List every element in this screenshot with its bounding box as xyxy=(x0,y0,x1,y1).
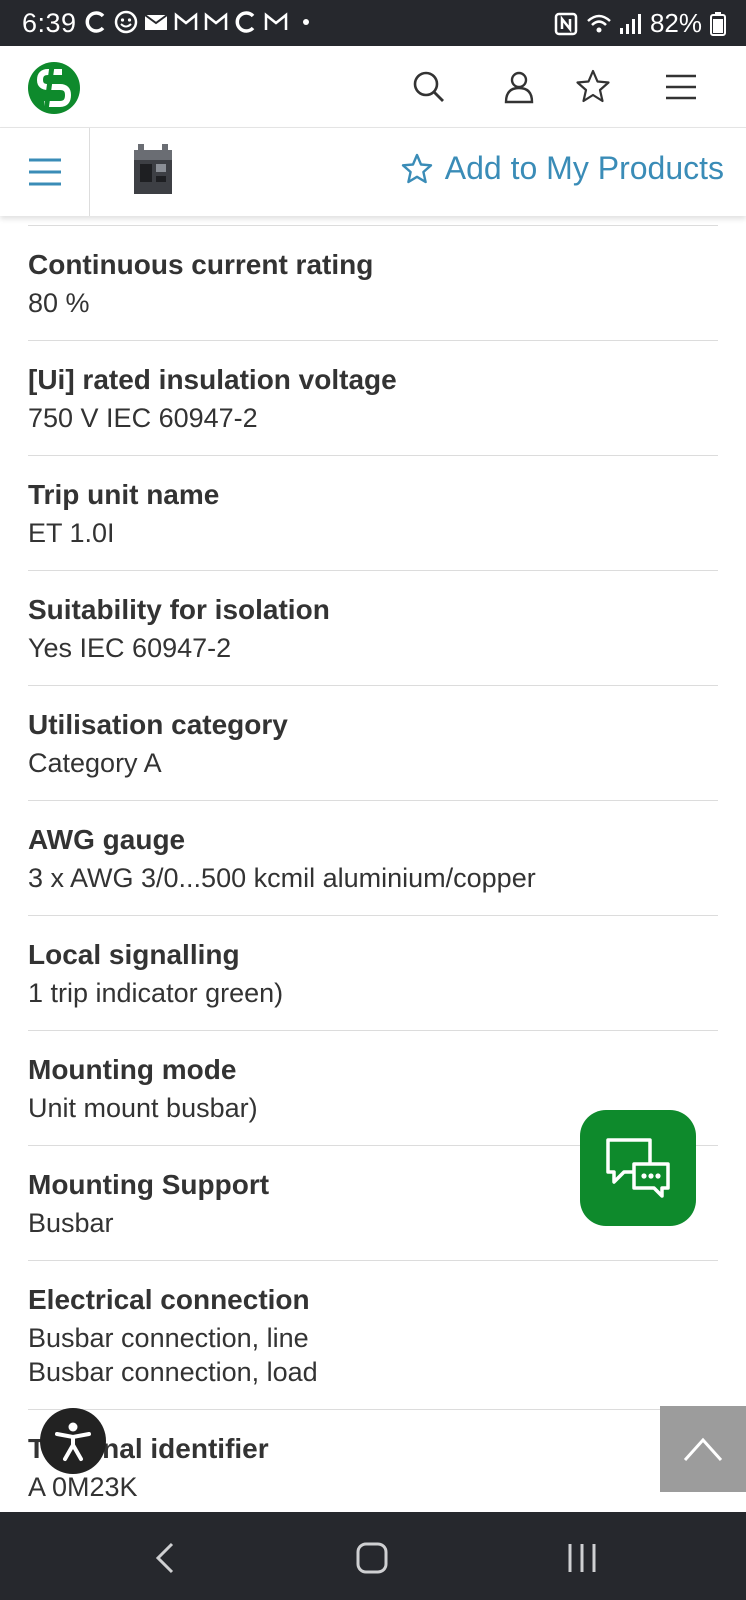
attribute-value: 1 trip indicator green) xyxy=(28,978,284,1008)
attribute-value: 80 % xyxy=(28,288,90,318)
accessibility-button[interactable] xyxy=(40,1408,106,1474)
attribute-label: AWG gauge xyxy=(28,824,186,855)
star-icon[interactable] xyxy=(574,68,612,106)
status-bar: 6:39 82% xyxy=(0,0,746,46)
wifi-icon xyxy=(586,12,611,36)
attribute-value: ET 1.0I xyxy=(28,518,115,548)
attribute-value: 750 V IEC 60947-2 xyxy=(28,403,258,433)
attribute-label: Electrical connection xyxy=(28,1284,310,1315)
recents-nav-icon[interactable] xyxy=(562,1538,602,1578)
attribute-value: 3 x AWG 3/0...500 kcmil aluminium/copper xyxy=(28,863,536,893)
attribute-value: Busbar connection, line xyxy=(28,1323,309,1353)
hamburger-icon[interactable] xyxy=(662,68,700,106)
home-nav-icon[interactable] xyxy=(352,1538,392,1578)
search-icon[interactable] xyxy=(410,68,448,106)
attribute-value: Busbar connection, load xyxy=(28,1357,318,1387)
attribute-value: Yes IEC 60947-2 xyxy=(28,633,232,663)
schneider-logo-icon[interactable] xyxy=(26,60,82,116)
attribute-value: Category A xyxy=(28,748,162,778)
attribute-label: Continuous current rating xyxy=(28,249,374,280)
notification-face-icon xyxy=(114,10,138,34)
product-characteristics-list: Continuous current rating 80 % [Ui] rate… xyxy=(28,216,718,1525)
chat-button[interactable] xyxy=(580,1110,696,1226)
list-item: Continuous current rating 80 % xyxy=(28,226,718,341)
product-thumbnail xyxy=(130,144,176,198)
list-item: Electrical connection Busbar connection,… xyxy=(28,1261,718,1410)
attribute-label: Trip unit name xyxy=(28,479,220,510)
chevron-up-icon xyxy=(683,1437,723,1462)
add-to-my-products-button[interactable]: Add to My Products xyxy=(401,150,724,187)
notification-icons xyxy=(84,10,318,34)
gmail-icon xyxy=(174,10,198,34)
gmail-icon xyxy=(264,10,288,34)
attribute-label: Utilisation category xyxy=(28,709,288,740)
mail-icon xyxy=(144,10,168,34)
chat-icon xyxy=(606,1138,670,1198)
list-item: Terminal identifier A 0M23K xyxy=(28,1410,718,1525)
back-to-top-button[interactable] xyxy=(660,1406,746,1492)
product-menu-button[interactable] xyxy=(0,128,90,216)
nfc-icon xyxy=(554,12,578,36)
site-header xyxy=(0,46,746,128)
product-bar: Add to My Products xyxy=(0,128,746,216)
battery-icon xyxy=(710,11,734,36)
attribute-label: Suitability for isolation xyxy=(28,594,330,625)
list-item: [Ui] rated insulation voltage 750 V IEC … xyxy=(28,341,718,456)
list-item: Suitability for isolation Yes IEC 60947-… xyxy=(28,571,718,686)
back-nav-icon[interactable] xyxy=(146,1538,186,1578)
list-item: Local signalling 1 trip indicator green) xyxy=(28,916,718,1031)
attribute-label: [Ui] rated insulation voltage xyxy=(28,364,397,395)
list-item: Utilisation category Category A xyxy=(28,686,718,801)
attribute-label: Local signalling xyxy=(28,939,240,970)
notification-c-icon xyxy=(84,10,108,34)
add-to-my-products-label: Add to My Products xyxy=(444,150,724,186)
divider xyxy=(28,216,718,226)
star-icon xyxy=(401,153,432,183)
more-notifications-dot-icon xyxy=(294,10,318,34)
attribute-label: Terminal identifier xyxy=(28,1433,269,1464)
notification-c-icon xyxy=(234,10,258,34)
accessibility-icon xyxy=(55,1422,91,1461)
battery-percent: 82% xyxy=(649,8,702,38)
attribute-value: A 0M23K xyxy=(28,1472,138,1502)
attribute-label: Mounting mode xyxy=(28,1054,237,1085)
hamburger-icon xyxy=(29,158,61,186)
user-icon[interactable] xyxy=(500,68,538,106)
list-item: Trip unit name ET 1.0I xyxy=(28,456,718,571)
system-icons: 82% xyxy=(554,8,734,39)
system-nav-bar xyxy=(0,1512,746,1600)
signal-icon xyxy=(618,12,642,36)
gmail-icon xyxy=(204,10,228,34)
list-item: AWG gauge 3 x AWG 3/0...500 kcmil alumin… xyxy=(28,801,718,916)
status-time: 6:39 xyxy=(22,8,77,38)
